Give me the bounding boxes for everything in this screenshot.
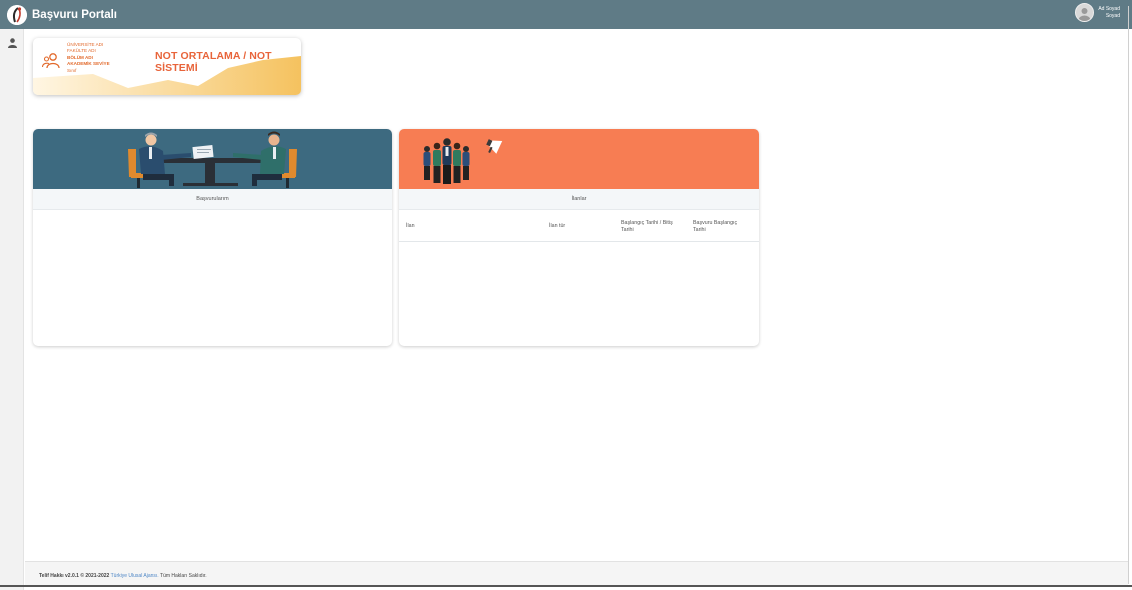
column-header-type[interactable]: İlan tür [549,223,565,230]
footer-text: Telif Hakkı v2.0.1 © 2021-2022 Türkiye U… [39,573,207,579]
footer-rights: Tüm Hakları Saklıdır. [160,573,207,579]
user-menu[interactable]: Ad Soyad Soyad [1075,3,1120,22]
column-header-dates[interactable]: Başlangıç Tarihi / Bitiş Tarihi [621,220,683,234]
announcements-table-header: İlan İlan tür Başlangıç Tarihi / Bitiş T… [399,210,759,242]
meeting-illustration [33,129,392,189]
avatar[interactable] [1075,3,1095,22]
footer: Telif Hakkı v2.0.1 © 2021-2022 Türkiye U… [25,561,1128,585]
gpa-title: NOT ORTALAMA / NOT SİSTEMİ [155,50,272,74]
footer-agency-link[interactable]: Türkiye Ulusal Ajansı. [111,573,159,579]
announcements-caption: İlanlar [399,189,759,210]
bottom-border [0,585,1132,587]
scrollbar-track[interactable] [1128,6,1129,584]
announcements-panel: İlanlar İlan İlan tür Başlangıç Tarihi /… [399,129,759,346]
app-title: Başvuru Portalı [32,8,117,21]
class-year: Sınıf [67,67,77,73]
academic-info: ÜNİVERSİTE ADI FAKÜLTE ADI BÖLÜM ADI AKA… [67,42,110,74]
academic-level: AKADEMİK SEVİYE [67,61,110,67]
applications-panel: Başvurularım [33,129,392,346]
user-name: Ad Soyad [1098,5,1120,12]
profile-icon[interactable] [8,35,17,53]
announcement-illustration [399,129,759,189]
footer-version: Telif Hakkı v2.0.1 © 2021-2022 [39,573,110,579]
portal-logo-icon[interactable] [7,4,27,25]
column-header-application-start[interactable]: Başvuru Başlangıç Tarihi [693,220,749,234]
column-header-announcement[interactable]: İlan [406,223,415,230]
top-navbar: Başvuru Portalı Ad Soyad Soyad [0,0,1132,29]
applications-caption: Başvurularım [33,189,392,210]
users-icon [41,52,62,75]
user-surname: Soyad [1105,12,1120,19]
sidebar [0,29,24,590]
user-info: Ad Soyad Soyad [1098,6,1120,20]
gpa-card[interactable]: ÜNİVERSİTE ADI FAKÜLTE ADI BÖLÜM ADI AKA… [33,38,301,95]
